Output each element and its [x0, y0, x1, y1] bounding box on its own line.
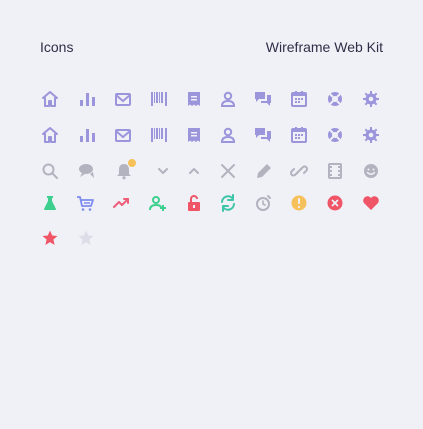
search-icon[interactable] — [40, 161, 60, 181]
gear-icon[interactable] — [361, 125, 381, 145]
cart-icon[interactable] — [75, 193, 95, 213]
chevron-up-icon[interactable] — [184, 161, 204, 181]
chat-icon[interactable] — [253, 89, 273, 109]
calendar-icon[interactable] — [289, 89, 309, 109]
close-icon[interactable] — [218, 161, 238, 181]
alarm-icon[interactable] — [253, 193, 273, 213]
bell-icon[interactable] — [114, 158, 137, 181]
kit-title: Wireframe Web Kit — [265, 39, 383, 55]
home-icon[interactable] — [40, 89, 60, 109]
film-icon[interactable] — [325, 161, 345, 181]
user-icon[interactable] — [218, 125, 238, 145]
link-icon[interactable] — [289, 161, 309, 181]
mail-icon[interactable] — [113, 89, 133, 109]
refresh-icon[interactable] — [218, 193, 238, 213]
notification-badge — [127, 158, 137, 168]
chat-icon[interactable] — [253, 125, 273, 145]
bar-chart-icon[interactable] — [77, 89, 97, 109]
comment-icon[interactable] — [77, 161, 97, 181]
bar-chart-icon[interactable] — [77, 125, 97, 145]
pencil-icon[interactable] — [254, 161, 274, 181]
flask-icon[interactable] — [40, 193, 60, 213]
star-filled-icon[interactable] — [40, 228, 60, 248]
warning-icon[interactable] — [289, 193, 309, 213]
page-title: Icons — [40, 39, 74, 55]
smile-icon[interactable] — [361, 161, 381, 181]
barcode-icon[interactable] — [149, 125, 169, 145]
user-icon[interactable] — [218, 89, 238, 109]
home-icon[interactable] — [40, 125, 60, 145]
heart-icon[interactable] — [361, 193, 381, 213]
star-empty-icon[interactable] — [76, 228, 96, 248]
mail-icon[interactable] — [113, 125, 133, 145]
lifebuoy-icon[interactable] — [325, 125, 345, 145]
unlock-icon[interactable] — [184, 193, 204, 213]
add-user-icon[interactable] — [148, 193, 168, 213]
receipt-icon[interactable] — [184, 89, 204, 109]
chevron-down-icon[interactable] — [153, 161, 173, 181]
calendar-icon[interactable] — [289, 125, 309, 145]
gear-icon[interactable] — [361, 89, 381, 109]
barcode-icon[interactable] — [149, 89, 169, 109]
trending-up-icon[interactable] — [112, 193, 132, 213]
error-icon[interactable] — [325, 193, 345, 213]
lifebuoy-icon[interactable] — [325, 89, 345, 109]
receipt-icon[interactable] — [184, 125, 204, 145]
